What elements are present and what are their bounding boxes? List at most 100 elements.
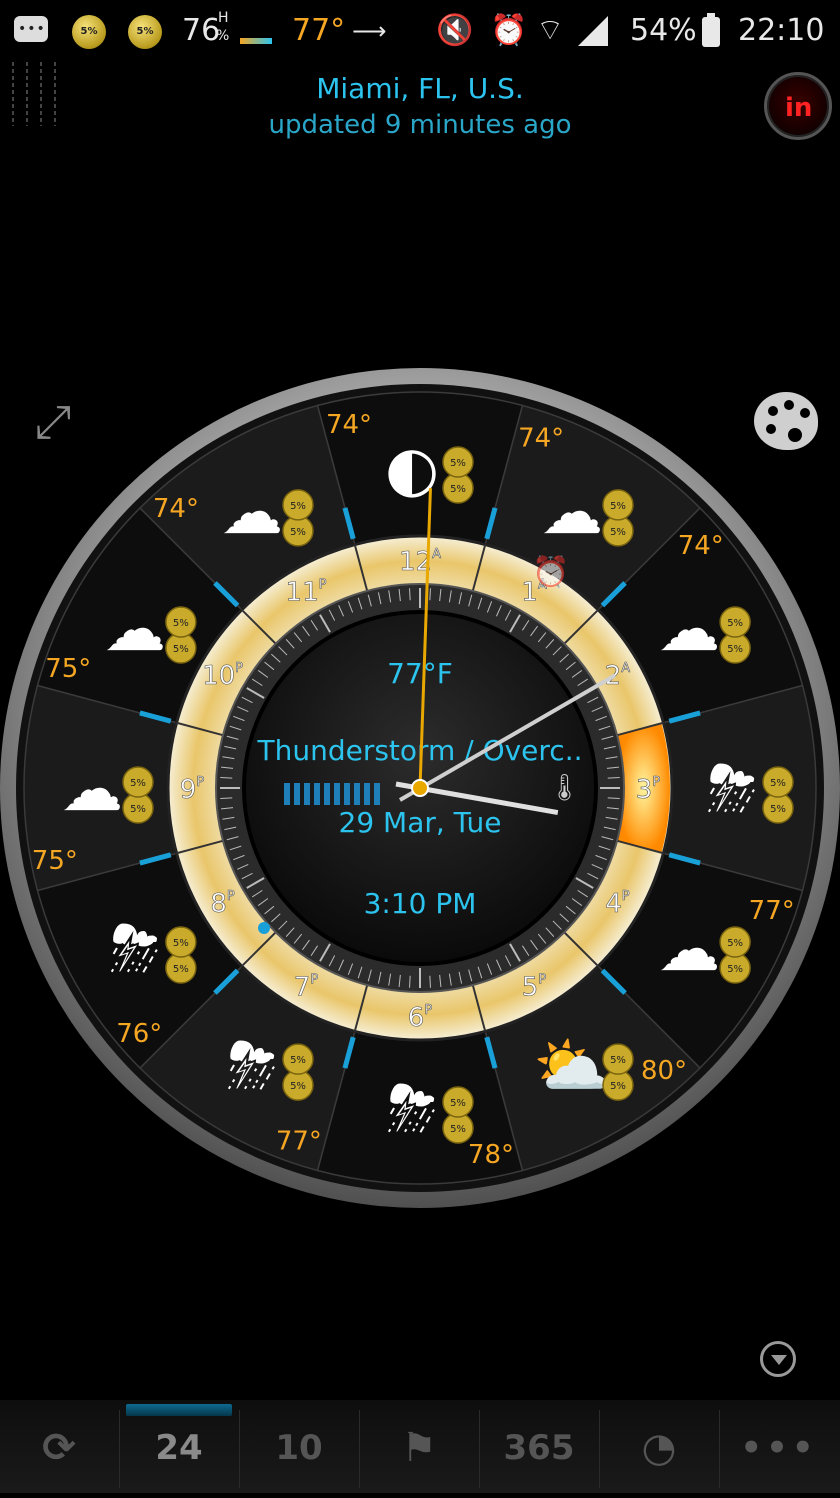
hour-suffix: P — [424, 1003, 432, 1018]
precip-chip-label: 5% — [290, 501, 306, 512]
bottom-nav: ⟳ 24 10 ⚑ 365 ◔ ••• — [0, 1400, 840, 1493]
hour-suffix: P — [319, 578, 327, 593]
minute-tick — [607, 777, 620, 779]
tab-10-day[interactable]: 10 — [240, 1400, 358, 1493]
forecast-temp: 74° — [518, 423, 564, 453]
precip-chip-label: 5% — [610, 527, 626, 538]
clock-time: 3:10 PM — [364, 887, 477, 920]
hand-pivot — [411, 779, 429, 797]
tab-24-hour[interactable]: 24 — [120, 1400, 238, 1493]
precip-chip-label: 5% — [450, 458, 466, 469]
clock-temperature: 77°F — [387, 657, 453, 690]
hour-suffix: P — [310, 972, 318, 987]
tab-activities[interactable]: ⚑ — [360, 1400, 478, 1493]
sun-cloud-icon: ⛅ — [533, 1029, 610, 1102]
precip-chip-label: 5% — [610, 1055, 626, 1066]
alarm-marker-icon: ⏰ — [532, 553, 569, 590]
minute-tick — [429, 975, 431, 988]
precip-chip-label: 5% — [450, 484, 466, 495]
current-temp: 77° — [292, 13, 346, 48]
signal-icon — [578, 16, 608, 46]
moon-cloud-icon: ☁ — [541, 475, 603, 548]
forecast-temp: 74° — [678, 531, 724, 561]
precip-chip-label: 5% — [130, 778, 146, 789]
precip-chip-label: 5% — [173, 618, 189, 629]
precip-chip-label: 5% — [610, 1081, 626, 1092]
moon-cloud-icon: ☁ — [221, 475, 283, 548]
thermometer-icon: 🌡 — [548, 773, 581, 803]
forecast-temp: 74° — [326, 410, 372, 440]
thunderstorm-icon: ⛈ — [387, 1072, 437, 1145]
hour-suffix: P — [538, 972, 546, 987]
moon-storm-icon: ⛈ — [110, 912, 160, 985]
hour-suffix: P — [652, 775, 660, 790]
humidity-temp: 76 — [182, 13, 221, 48]
forecast-temp: 80° — [641, 1056, 687, 1086]
messages-icon — [14, 16, 48, 42]
alarm-icon: ⏰ — [490, 13, 528, 48]
status-time: 22:10 — [738, 13, 825, 48]
precip-chip-label: 5% — [290, 527, 306, 538]
minute-tick — [429, 588, 431, 601]
precip-chip-label: 5% — [173, 964, 189, 975]
mute-icon: 🔇 — [436, 13, 474, 48]
hour-suffix: P — [622, 889, 630, 904]
more-icon: ••• — [740, 1428, 818, 1468]
precip-chip-label: 5% — [130, 804, 146, 815]
forecast-temp: 77° — [749, 896, 795, 926]
refresh-button[interactable]: ⟳ — [0, 1400, 118, 1493]
humidity-unit: % — [216, 28, 230, 44]
minute-tick — [607, 797, 620, 799]
trend-icon — [240, 38, 272, 44]
rss-icon: ◔ — [641, 1425, 677, 1471]
precip-chip-label: 5% — [450, 1124, 466, 1135]
collapse-button[interactable] — [760, 1341, 796, 1377]
precip-chip-label: 5% — [727, 618, 743, 629]
thunderstorm-icon: ⛈ — [707, 752, 757, 825]
info-button[interactable]: in — [764, 72, 832, 140]
hour-suffix: A — [621, 661, 630, 676]
forecast-temp: 78° — [468, 1140, 514, 1170]
precip-chip-label: 5% — [727, 964, 743, 975]
weather-clock[interactable]: 12A1A2A3P4P5P6P7P8P9P10P11P ◐5%5%74°☁5%5… — [0, 360, 840, 1220]
status-bar: 5% 5% 76 H % 77° ⟶ 🔇 ⏰ ⌔ 54% 22:10 — [0, 0, 840, 62]
precip-chip-label: 5% — [727, 938, 743, 949]
precip-chip-label: 5% — [290, 1055, 306, 1066]
tab-feeds[interactable]: ◔ — [600, 1400, 718, 1493]
sunset-marker — [258, 922, 270, 934]
tab-365-day[interactable]: 365 — [480, 1400, 598, 1493]
precip-chip-label: 5% — [770, 804, 786, 815]
cloud-icon: ☁ — [658, 912, 720, 985]
cloud-icon: ☁ — [104, 592, 166, 665]
hour-suffix: A — [432, 547, 441, 562]
precip-chip-label: 5% — [173, 938, 189, 949]
battery-percent: 54% — [630, 13, 697, 48]
wifi-icon: ⌔ — [536, 13, 565, 48]
battery-charging-icon — [702, 13, 720, 47]
forecast-temp: 75° — [32, 846, 78, 876]
forecast-temp: 76° — [116, 1019, 162, 1049]
cloud-icon: ☁ — [61, 752, 123, 825]
sun-storm-icon: ⛈ — [227, 1029, 277, 1102]
minute-tick — [409, 975, 411, 988]
weather-chip-icon: 5% — [72, 15, 106, 49]
hour-suffix: P — [235, 661, 243, 676]
refresh-icon: ⟳ — [42, 1425, 76, 1471]
cloud-icon: ☁ — [658, 592, 720, 665]
location-title[interactable]: Miami, FL, U.S. — [0, 72, 840, 105]
precip-chip-label: 5% — [450, 1098, 466, 1109]
wind-chip-icon: 5% — [128, 15, 162, 49]
precip-chip-label: 5% — [610, 501, 626, 512]
info-icon: in — [785, 93, 813, 123]
minute-tick — [409, 588, 411, 601]
hour-suffix: P — [227, 889, 235, 904]
updated-text: updated 9 minutes ago — [268, 110, 572, 140]
forecast-temp: 75° — [45, 654, 91, 684]
clock-date: 29 Mar, Tue — [339, 806, 502, 839]
precip-chip-label: 5% — [727, 644, 743, 655]
minute-tick — [220, 777, 233, 779]
more-button[interactable]: ••• — [720, 1400, 838, 1493]
precip-chip-label: 5% — [290, 1081, 306, 1092]
forecast-temp: 77° — [276, 1127, 322, 1157]
minute-tick — [220, 797, 233, 799]
